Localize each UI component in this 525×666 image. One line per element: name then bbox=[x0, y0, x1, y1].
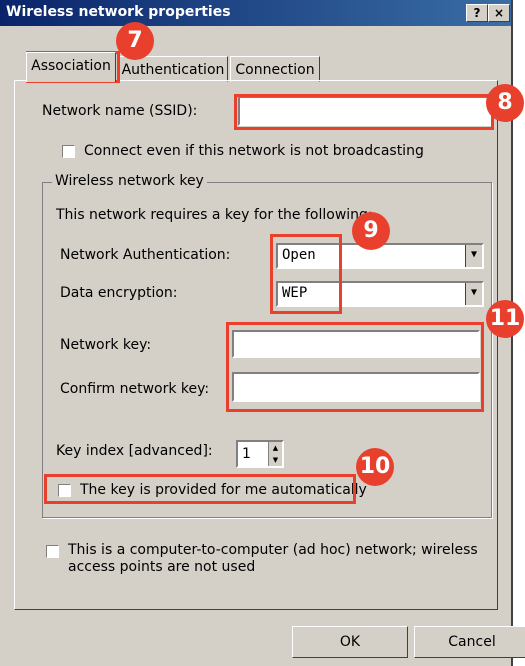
tab-association[interactable]: Association bbox=[26, 52, 116, 82]
chevron-down-icon[interactable]: ▼ bbox=[465, 283, 482, 305]
network-key-label: Network key: bbox=[60, 337, 152, 353]
spinner-arrows-icon[interactable]: ▲ ▼ bbox=[268, 442, 282, 466]
adhoc-label-line1: This is a computer-to-computer (ad hoc) … bbox=[68, 542, 478, 558]
window-title: Wireless network properties bbox=[6, 4, 231, 20]
wireless-key-group-title: Wireless network key bbox=[52, 173, 207, 189]
adhoc-checkbox[interactable] bbox=[46, 545, 59, 558]
ssid-label: Network name (SSID): bbox=[42, 103, 198, 119]
broadcast-checkbox-label: Connect even if this network is not broa… bbox=[84, 143, 424, 159]
key-index-spinner[interactable]: 1 ▲ ▼ bbox=[236, 440, 284, 468]
callout-badge-11: 11 bbox=[486, 300, 524, 338]
adhoc-label-line2: access points are not used bbox=[68, 559, 256, 575]
callout-highlight-network-keys bbox=[226, 322, 484, 412]
chevron-down-icon[interactable]: ▼ bbox=[465, 245, 482, 267]
close-button[interactable]: × bbox=[488, 4, 510, 22]
callout-highlight-auto-key bbox=[44, 474, 356, 504]
callout-highlight-auth-encryption bbox=[270, 234, 342, 314]
callout-badge-7: 7 bbox=[116, 22, 154, 60]
key-index-label: Key index [advanced]: bbox=[56, 443, 213, 459]
data-encryption-label: Data encryption: bbox=[60, 285, 178, 301]
tab-connection[interactable]: Connection bbox=[230, 56, 320, 82]
callout-badge-10: 10 bbox=[356, 448, 394, 486]
key-index-value: 1 bbox=[242, 446, 251, 462]
network-auth-label: Network Authentication: bbox=[60, 247, 231, 263]
cancel-button[interactable]: Cancel bbox=[414, 626, 525, 658]
broadcast-checkbox[interactable] bbox=[62, 145, 75, 158]
ok-button[interactable]: OK bbox=[292, 626, 408, 658]
callout-badge-9: 9 bbox=[352, 212, 390, 250]
callout-badge-8: 8 bbox=[486, 84, 524, 122]
callout-highlight-ssid bbox=[234, 94, 494, 130]
help-button[interactable]: ? bbox=[466, 4, 488, 22]
requires-key-text: This network requires a key for the foll… bbox=[56, 207, 373, 223]
title-bar: Wireless network properties ? × bbox=[0, 0, 511, 26]
confirm-key-label: Confirm network key: bbox=[60, 381, 210, 397]
